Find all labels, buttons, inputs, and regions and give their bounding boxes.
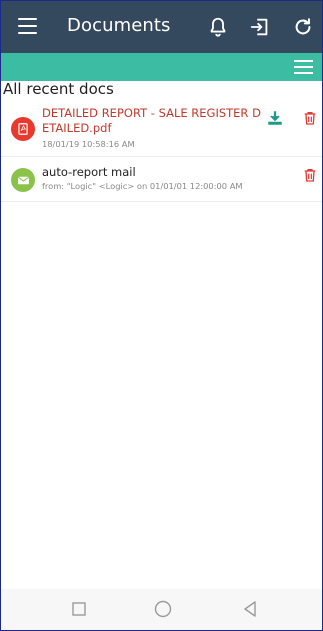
refresh-icon[interactable] [292,16,314,38]
document-title[interactable]: auto-report mail [42,165,272,180]
mail-icon [11,168,35,192]
document-sender: from: "Logic" <Logic> on 01/01/01 12:00:… [42,181,243,191]
system-nav-bar [1,589,322,630]
delete-icon[interactable] [302,109,320,127]
logout-icon[interactable] [249,16,271,38]
list-item[interactable]: DETAILED REPORT - SALE REGISTER DETAILED… [1,101,322,157]
toolbar-strip [1,53,322,81]
delete-icon[interactable] [302,166,320,184]
document-timestamp: 18/01/19 10:58:16 AM [42,139,135,149]
recents-square-icon[interactable] [69,599,89,619]
back-triangle-icon[interactable] [240,599,260,619]
pdf-icon [11,117,35,141]
section-title: All recent docs [3,80,114,98]
app-bar: Documents [1,1,322,53]
document-list: DETAILED REPORT - SALE REGISTER DETAILED… [1,101,322,202]
page-title: Documents [67,15,171,36]
list-item[interactable]: auto-report mail from: "Logic" <Logic> o… [1,157,322,202]
bell-icon[interactable] [207,16,229,38]
document-title[interactable]: DETAILED REPORT - SALE REGISTER DETAILED… [42,106,262,136]
app-window: Documents All recent docs DETAILED REPOR… [0,0,323,631]
hamburger-menu-icon[interactable] [18,18,38,35]
download-icon[interactable] [266,109,284,127]
home-circle-icon[interactable] [153,599,173,619]
list-menu-icon[interactable] [294,59,314,75]
